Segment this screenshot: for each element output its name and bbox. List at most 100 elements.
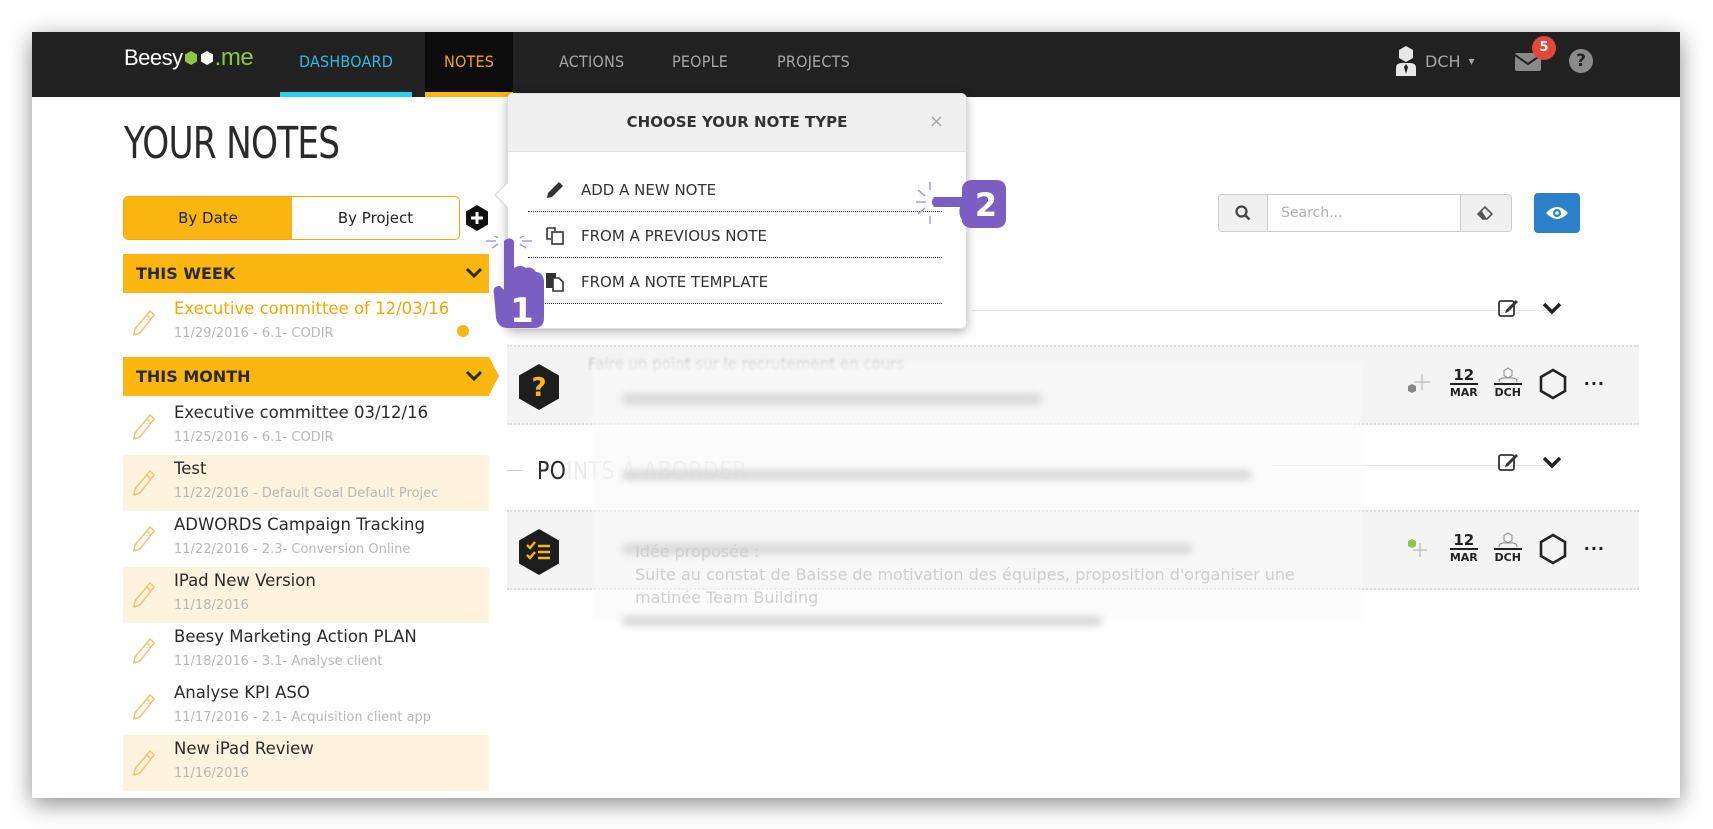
beesy-logo[interactable]: Beesy .me — [124, 44, 254, 72]
nav-dashboard[interactable]: DASHBOARD — [280, 32, 412, 97]
note-list-item[interactable]: Beesy Marketing Action PLAN 11/18/2016 -… — [123, 623, 489, 679]
help-icon[interactable]: ? — [1569, 49, 1593, 73]
option-label: ADD A NEW NOTE — [581, 180, 717, 199]
entry-meta: 12 MAR DCH ··· — [1406, 367, 1605, 400]
owner-initials: DCH — [1494, 386, 1521, 399]
blurred-text-line — [622, 394, 1042, 404]
blurred-text-line — [622, 616, 1102, 626]
unread-count-badge: 5 — [1532, 36, 1556, 60]
by-date-option[interactable]: By Date — [124, 197, 292, 239]
pencil-icon — [133, 637, 155, 665]
person-icon — [1493, 367, 1522, 385]
from-note-template-option[interactable]: FROM A NOTE TEMPLATE — [528, 260, 942, 304]
note-subtitle: 11/18/2016 - 3.1- Analyse client — [174, 654, 383, 669]
close-icon[interactable]: × — [929, 94, 944, 150]
question-hexagon-icon: ? — [519, 364, 559, 410]
note-list-item[interactable]: ADWORDS Campaign Tracking 11/22/2016 - 2… — [123, 511, 489, 567]
group-label: THIS WEEK — [136, 264, 236, 283]
due-date[interactable]: 12 MAR — [1449, 532, 1478, 565]
view-toggle: By Date By Project — [123, 196, 460, 240]
user-initials: DCH — [1425, 51, 1461, 71]
view-toggle-button[interactable] — [1534, 193, 1580, 233]
note-subtitle: 11/29/2016 - 6.1- CODIR — [174, 326, 334, 341]
pencil-icon — [133, 693, 155, 721]
nav-people[interactable]: PEOPLE — [653, 32, 747, 97]
section-tools — [1498, 452, 1562, 472]
app-window: Beesy .me DASHBOARD NOTES ACTIONS PEOPLE… — [32, 32, 1680, 798]
note-list-item[interactable]: Executive committee of 12/03/16 11/29/20… — [123, 295, 489, 351]
nav-actions[interactable]: ACTIONS — [540, 32, 643, 97]
user-menu[interactable]: DCH ▾ — [1395, 46, 1475, 76]
pencil-icon — [133, 309, 155, 337]
note-subtitle: 11/18/2016 — [174, 598, 249, 613]
logo-hexagon-icon — [184, 51, 197, 65]
pencil-icon — [543, 180, 567, 200]
note-title: Test — [174, 459, 207, 478]
search-icon[interactable] — [1219, 195, 1268, 231]
eye-icon — [1546, 207, 1568, 219]
pencil-icon — [133, 469, 155, 497]
note-list-item[interactable]: Executive committee 03/12/16 11/25/2016 … — [123, 399, 489, 455]
more-options-icon[interactable]: ··· — [1584, 374, 1605, 393]
green-hexagon-plus-icon[interactable] — [1406, 537, 1434, 561]
due-month: MAR — [1449, 385, 1478, 399]
note-list-item[interactable]: IPad New Version 11/18/2016 — [123, 567, 489, 623]
due-month: MAR — [1449, 550, 1478, 564]
add-new-note-option[interactable]: ADD A NEW NOTE — [528, 168, 942, 212]
note-list-item[interactable]: New iPad Review 11/16/2016 — [123, 735, 489, 791]
note-title: Executive committee of 12/03/16 — [174, 299, 450, 318]
group-header-this-month[interactable]: THIS MONTH — [123, 357, 499, 396]
group-header-this-week[interactable]: THIS WEEK — [123, 254, 489, 293]
chevron-down-icon — [465, 357, 483, 396]
person-icon — [1493, 532, 1522, 550]
logo-hexagon-icon — [200, 51, 213, 65]
logo-suffix: .me — [214, 44, 254, 71]
note-subtitle: 11/25/2016 - 6.1- CODIR — [174, 430, 334, 445]
owner[interactable]: DCH — [1493, 532, 1522, 565]
tutorial-step-2-pointer: 2 — [916, 180, 1006, 228]
note-list-item[interactable]: Analyse KPI ASO 11/17/2016 - 2.1- Acquis… — [123, 679, 489, 735]
chevron-down-icon — [465, 254, 483, 293]
logo-text: Beesy — [124, 45, 183, 70]
nav-projects[interactable]: PROJECTS — [758, 32, 869, 97]
note-point-entry[interactable]: ? Faire un point sur le recrutement en c… — [507, 345, 1639, 425]
note-type-popover: CHOOSE YOUR NOTE TYPE × ADD A NEW NOTE F… — [494, 93, 967, 329]
note-title: Analyse KPI ASO — [174, 683, 310, 702]
entry-meta: 12 MAR DCH ··· — [1406, 532, 1605, 565]
search-box — [1218, 194, 1512, 232]
pencil-icon — [133, 749, 155, 777]
page-title: YOUR NOTES — [124, 118, 340, 169]
status-hexagon-icon[interactable] — [1538, 532, 1568, 565]
svg-text:2: 2 — [975, 186, 997, 224]
note-list-item[interactable]: Test 11/22/2016 - Default Goal Default P… — [123, 455, 489, 511]
nav-notes[interactable]: NOTES — [425, 32, 514, 97]
status-hexagon-icon[interactable] — [1538, 367, 1568, 400]
edit-icon[interactable] — [1498, 452, 1520, 472]
pencil-icon — [133, 413, 155, 441]
due-date[interactable]: 12 MAR — [1449, 367, 1478, 400]
pencil-icon — [133, 525, 155, 553]
note-title: Beesy Marketing Action PLAN — [174, 627, 417, 646]
due-day: 12 — [1449, 532, 1478, 550]
chevron-down-icon[interactable] — [1542, 301, 1562, 315]
by-project-option[interactable]: By Project — [292, 197, 459, 239]
note-title: IPad New Version — [174, 571, 316, 590]
more-options-icon[interactable]: ··· — [1584, 539, 1605, 558]
owner-initials: DCH — [1494, 551, 1521, 564]
gray-hexagon-plus-icon[interactable] — [1406, 372, 1434, 396]
section-divider — [972, 310, 1552, 311]
section-tools — [1498, 298, 1562, 318]
add-note-button[interactable] — [463, 204, 491, 232]
group-label: THIS MONTH — [136, 367, 251, 386]
from-previous-note-option[interactable]: FROM A PREVIOUS NOTE — [528, 214, 942, 258]
search-input[interactable] — [1268, 195, 1460, 231]
chevron-down-icon[interactable] — [1542, 455, 1562, 469]
svg-text:1: 1 — [510, 291, 534, 328]
eraser-icon[interactable] — [1460, 195, 1511, 231]
user-tie-icon — [1396, 46, 1416, 76]
owner[interactable]: DCH — [1493, 367, 1522, 400]
option-label: FROM A NOTE TEMPLATE — [581, 272, 769, 291]
top-navbar: Beesy .me DASHBOARD NOTES ACTIONS PEOPLE… — [32, 32, 1680, 97]
svg-text:?: ? — [531, 373, 546, 403]
edit-icon[interactable] — [1498, 298, 1520, 318]
